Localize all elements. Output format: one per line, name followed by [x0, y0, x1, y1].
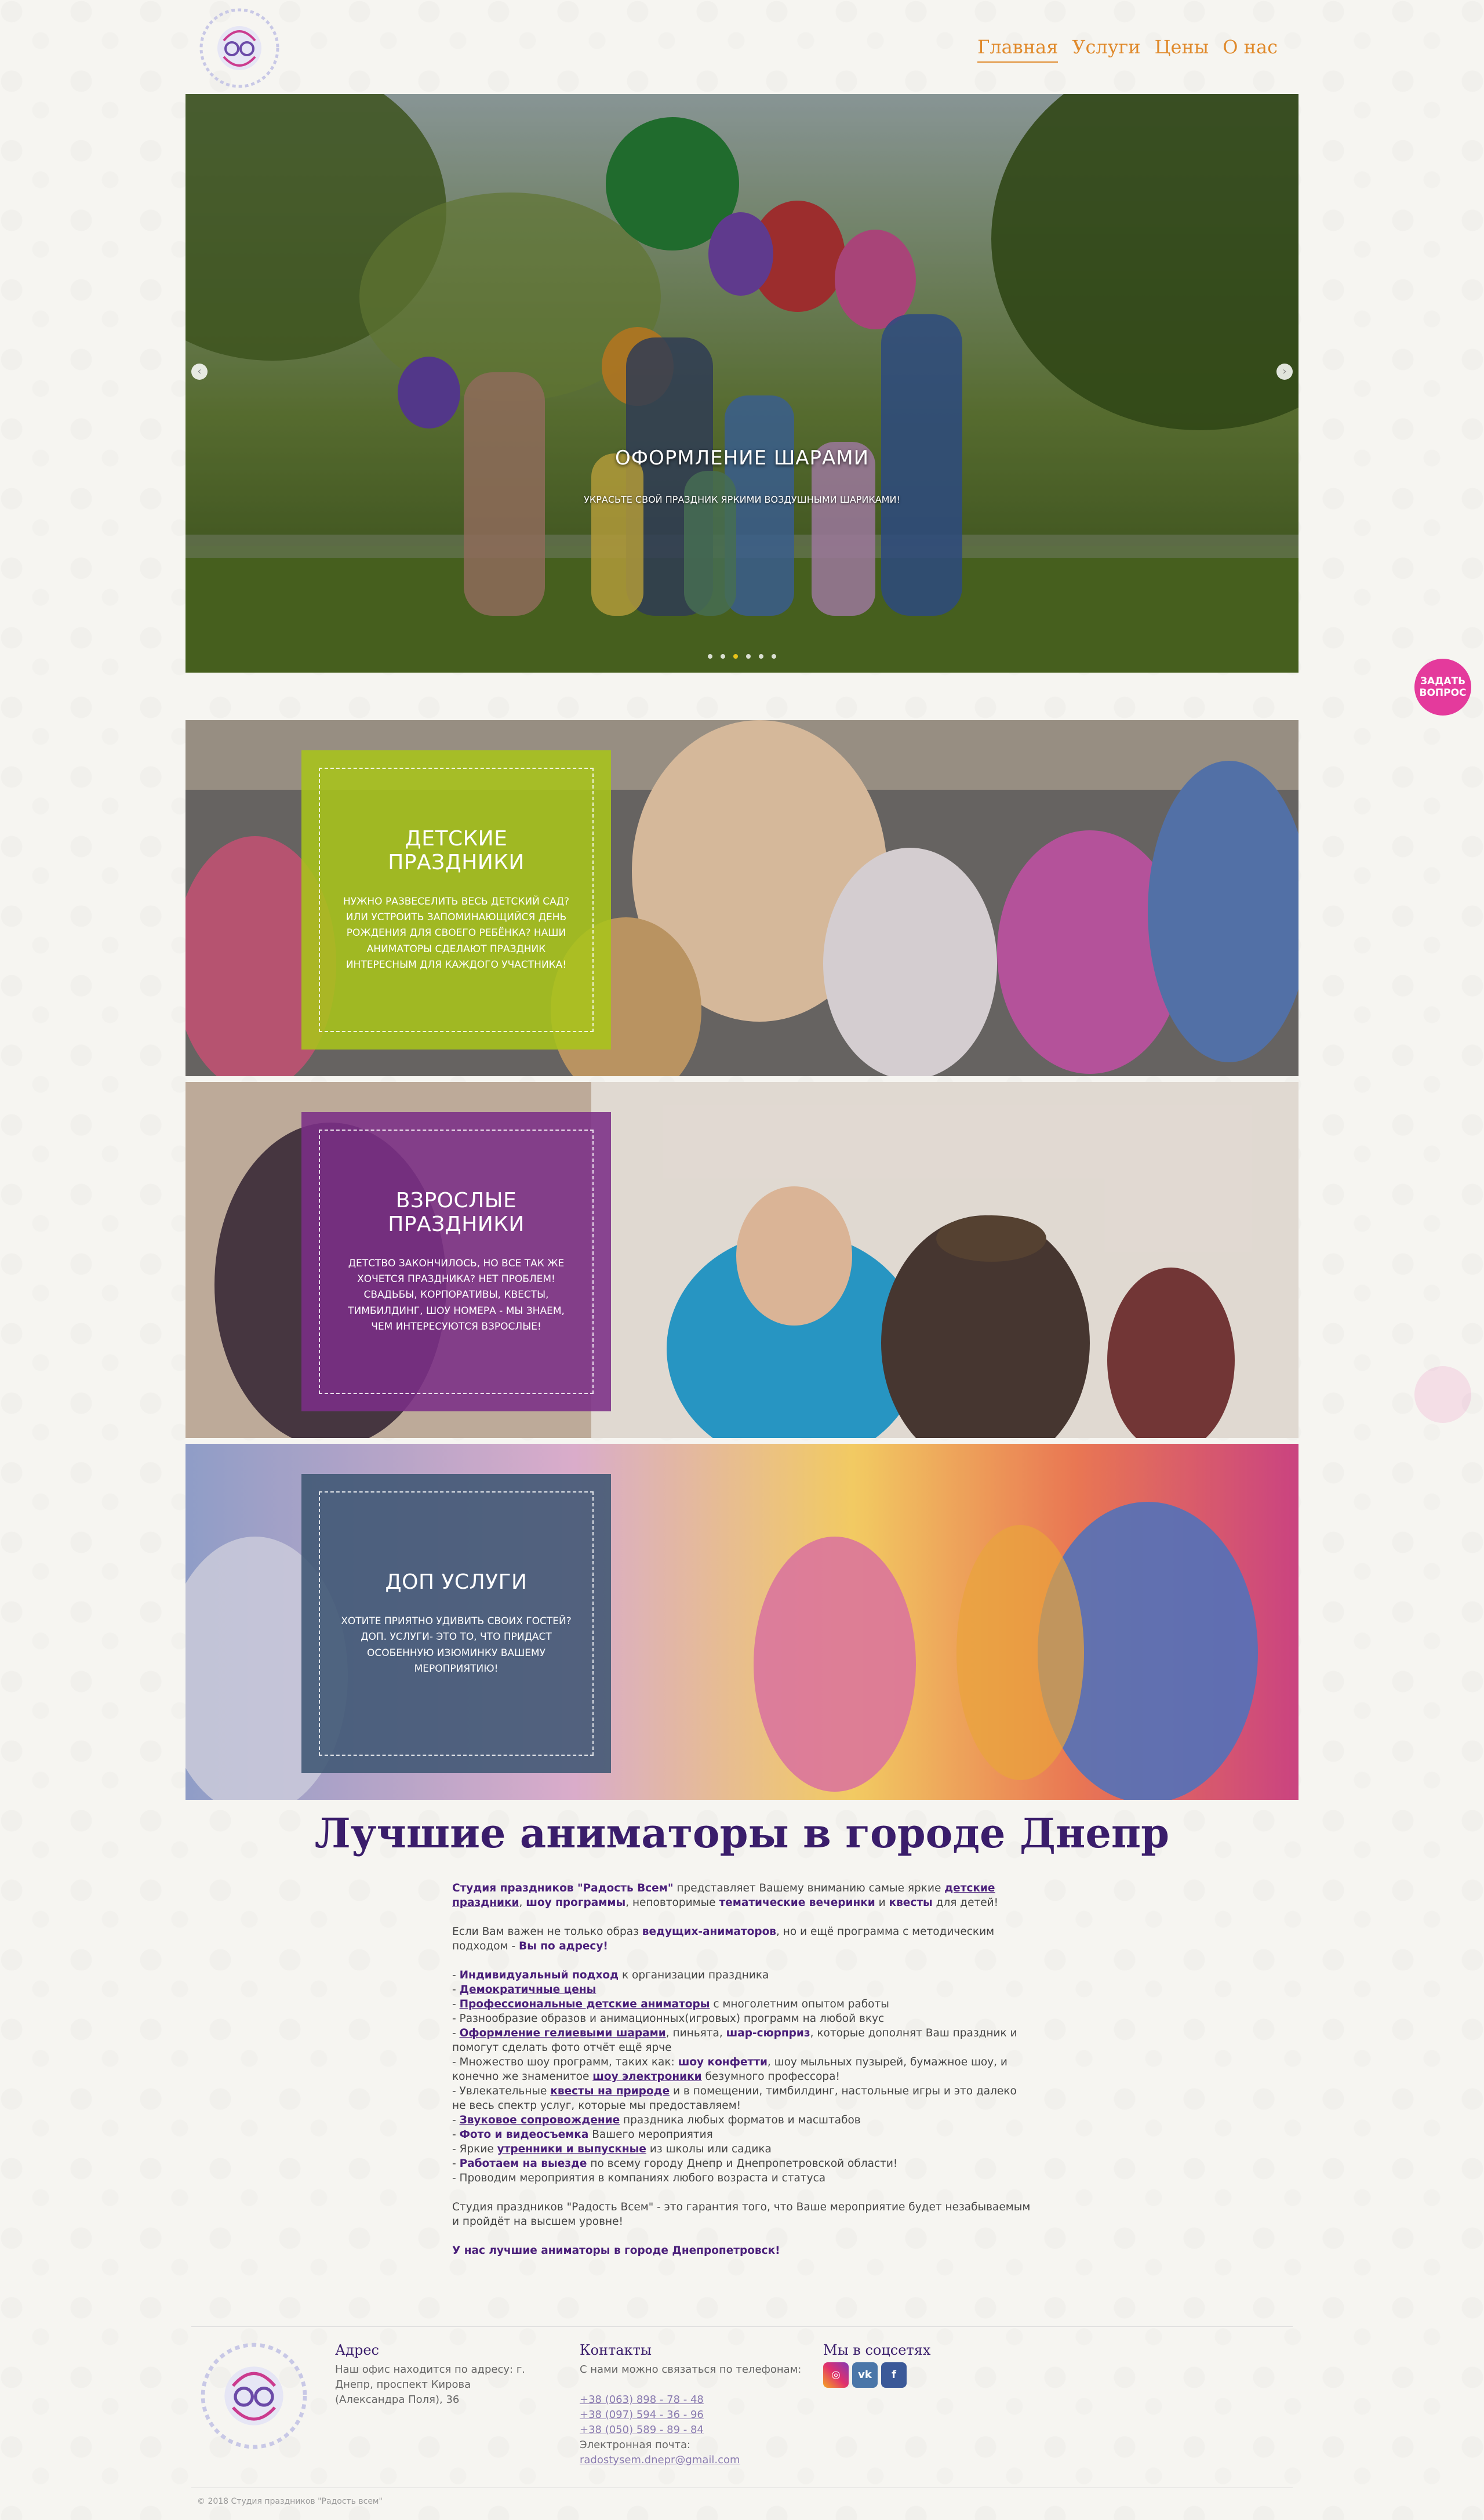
- footer-address-title: Адрес: [335, 2342, 379, 2358]
- footer-social: Мы в соцсетях ◎ vk f: [823, 2343, 997, 2388]
- footer-contacts-text: С нами можно связаться по телефонам:: [580, 2363, 802, 2376]
- main-nav: Главная Услуги Цены О нас: [977, 36, 1278, 63]
- header: Главная Услуги Цены О нас: [186, 0, 1298, 93]
- panel-extra-title: ДОП УСЛУГИ: [385, 1570, 528, 1595]
- footer-address-text: Наш офис находится по адресу: г. Днепр, …: [335, 2363, 526, 2406]
- link-electronics-show[interactable]: шоу электроники: [592, 2071, 701, 2083]
- footer-contacts: Контакты С нами можно связаться по телеф…: [580, 2343, 812, 2468]
- slider-dot[interactable]: [759, 654, 763, 659]
- panel-extra-services[interactable]: ДОП УСЛУГИ ХОТИТЕ ПРИЯТНО УДИВИТЬ СВОИХ …: [186, 1444, 1298, 1800]
- vk-icon[interactable]: vk: [852, 2362, 878, 2388]
- email-label: Электронная почта:: [580, 2439, 691, 2451]
- slider-next-icon[interactable]: ›: [1276, 364, 1293, 380]
- article-footer-line: У нас лучшие аниматоры в городе Днепропе…: [452, 2245, 780, 2257]
- panel-kids-text: НУЖНО РАЗВЕСЕЛИТЬ ВЕСЬ ДЕТСКИЙ САД? ИЛИ …: [343, 896, 570, 971]
- link-prices[interactable]: Демократичные цены: [460, 1984, 596, 1996]
- slider-dots: [186, 654, 1298, 659]
- article-title: Лучшие аниматоры в городе Днепр: [314, 1809, 1170, 1857]
- slider-dot[interactable]: [772, 654, 776, 659]
- instagram-icon[interactable]: ◎: [823, 2362, 849, 2388]
- phone-link[interactable]: +38 (097) 594 - 36 - 96: [580, 2408, 812, 2423]
- slider-dot[interactable]: [721, 654, 725, 659]
- slider-prev-icon[interactable]: ‹: [191, 364, 208, 380]
- slide-title: ОФОРМЛЕНИЕ ШАРАМИ: [614, 446, 870, 470]
- panel-extra-box: ДОП УСЛУГИ ХОТИТЕ ПРИЯТНО УДИВИТЬ СВОИХ …: [301, 1474, 611, 1773]
- copyright: © 2018 Студия праздников "Радость всем": [197, 2497, 383, 2506]
- panel-adult-title: ВЗРОСЛЫЕ ПРАЗДНИКИ: [388, 1189, 525, 1237]
- email-link[interactable]: radostysem.dnepr@gmail.com: [580, 2453, 812, 2468]
- link-matinees[interactable]: утренники и выпускные: [497, 2143, 646, 2155]
- slider-dot[interactable]: [708, 654, 712, 659]
- facebook-icon[interactable]: f: [881, 2362, 907, 2388]
- panel-adult-text: ДЕТСТВО ЗАКОНЧИЛОСЬ, НО ВСЕ ТАК ЖЕ ХОЧЕТ…: [348, 1258, 565, 1332]
- footer-contacts-title: Контакты: [580, 2342, 652, 2358]
- panel-kids-box: ДЕТСКИЕ ПРАЗДНИКИ НУЖНО РАЗВЕСЕЛИТЬ ВЕСЬ…: [301, 750, 611, 1050]
- panel-extra-text: ХОТИТЕ ПРИЯТНО УДИВИТЬ СВОИХ ГОСТЕЙ? ДОП…: [341, 1615, 572, 1675]
- slide-subtitle: УКРАСЬТЕ СВОЙ ПРАЗДНИК ЯРКИМИ ВОЗДУШНЫМИ…: [584, 494, 900, 505]
- ask-question-button[interactable]: ЗАДАТЬ ВОПРОС: [1414, 659, 1471, 716]
- nav-services[interactable]: Услуги: [1072, 36, 1140, 63]
- footer-logo[interactable]: [196, 2338, 312, 2454]
- hero-slider: ОФОРМЛЕНИЕ ШАРАМИ УКРАСЬТЕ СВОЙ ПРАЗДНИК…: [186, 94, 1298, 673]
- link-animators[interactable]: Профессиональные детские аниматоры: [460, 1998, 710, 2010]
- footer-address: Адрес Наш офис находится по адресу: г. Д…: [335, 2343, 544, 2408]
- slider-dot[interactable]: [733, 654, 738, 659]
- link-sound[interactable]: Звуковое сопровождение: [460, 2114, 620, 2126]
- phone-link[interactable]: +38 (063) 898 - 78 - 48: [580, 2392, 812, 2408]
- panel-adult-parties[interactable]: ВЗРОСЛЫЕ ПРАЗДНИКИ ДЕТСТВО ЗАКОНЧИЛОСЬ, …: [186, 1082, 1298, 1438]
- ask-question-ghost: [1414, 1366, 1471, 1423]
- panel-kids-title: ДЕТСКИЕ ПРАЗДНИКИ: [388, 827, 525, 875]
- panel-adult-box: ВЗРОСЛЫЕ ПРАЗДНИКИ ДЕТСТВО ЗАКОНЧИЛОСЬ, …: [301, 1112, 611, 1411]
- link-balloons[interactable]: Оформление гелиевыми шарами: [460, 2027, 666, 2039]
- hero-image: [186, 94, 1298, 673]
- link-outdoor-quests[interactable]: квесты на природе: [550, 2085, 670, 2097]
- nav-home[interactable]: Главная: [977, 36, 1059, 63]
- nav-about[interactable]: О нас: [1223, 36, 1278, 63]
- nav-prices[interactable]: Цены: [1155, 36, 1209, 63]
- slider-dot[interactable]: [746, 654, 751, 659]
- article-body: Студия праздников "Радость Всем" предста…: [452, 1882, 1031, 2257]
- phone-link[interactable]: +38 (050) 589 - 89 - 84: [580, 2423, 812, 2438]
- footer-divider: [191, 2326, 1293, 2327]
- footer-social-title: Мы в соцсетях: [823, 2342, 931, 2358]
- panel-kids-parties[interactable]: ДЕТСКИЕ ПРАЗДНИКИ НУЖНО РАЗВЕСЕЛИТЬ ВЕСЬ…: [186, 720, 1298, 1076]
- site-logo[interactable]: [196, 5, 283, 92]
